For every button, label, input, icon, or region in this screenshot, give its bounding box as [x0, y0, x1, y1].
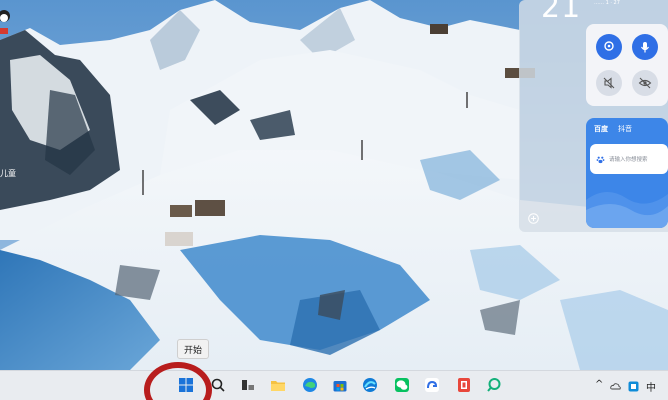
tray-app-icon: [628, 381, 639, 392]
widget-clock: 21: [541, 0, 582, 25]
microphone-button[interactable]: [632, 34, 658, 60]
desktop-icon-label: 儿童: [0, 169, 16, 178]
baidu-search-widget: 百度 抖音 请输入你想搜索: [586, 118, 668, 228]
cloud-icon: [610, 383, 621, 390]
baidu-netdisk-button[interactable]: [424, 377, 440, 393]
wechat-icon: [395, 378, 409, 392]
quick-actions-widget: [586, 24, 668, 106]
wechat-button[interactable]: [394, 377, 410, 393]
search-app-icon: [487, 378, 501, 392]
file-explorer-button[interactable]: [270, 377, 286, 393]
baidu-search-input[interactable]: 请输入你想搜索: [590, 144, 668, 174]
tab-douyin[interactable]: 抖音: [618, 124, 632, 134]
task-view-button[interactable]: [240, 377, 256, 393]
decorative-wave: [586, 191, 668, 228]
start-tooltip: 开始: [177, 339, 209, 359]
input-method-indicator[interactable]: 中: [646, 379, 656, 394]
file-explorer-icon: [271, 381, 285, 391]
taskbar-search-button[interactable]: [210, 377, 226, 393]
edge-dev-icon: [363, 378, 377, 392]
tray-cloud-button[interactable]: [610, 381, 621, 392]
office-icon: [458, 378, 470, 392]
location-pin-icon: [604, 41, 614, 51]
microsoft-store-button[interactable]: [332, 377, 348, 393]
speaker-muted-icon: [603, 77, 615, 89]
edge-dev-button[interactable]: [362, 377, 378, 393]
search-app-button[interactable]: [486, 377, 502, 393]
tray-overflow-chevron[interactable]: ^: [595, 379, 603, 390]
add-widget-button[interactable]: [527, 212, 539, 224]
widget-clock-subtitle: …… 1 · 27: [594, 0, 620, 6]
plus-circle-icon: [527, 212, 539, 224]
audio-off-button[interactable]: [596, 70, 622, 96]
baidu-netdisk-icon: [425, 378, 439, 392]
baidu-paw-icon: [596, 156, 605, 163]
eye-off-icon: [638, 77, 652, 89]
location-button[interactable]: [596, 34, 622, 60]
search-placeholder: 请输入你想搜索: [609, 157, 648, 163]
visibility-off-button[interactable]: [632, 70, 658, 96]
microphone-icon: [641, 42, 649, 53]
tab-baidu[interactable]: 百度: [594, 124, 608, 134]
edge-browser-button[interactable]: [302, 377, 318, 393]
office-button[interactable]: [456, 377, 472, 393]
tray-app-button[interactable]: [628, 381, 639, 392]
microsoft-store-icon: [333, 381, 347, 392]
desktop-app-icon[interactable]: [0, 6, 12, 36]
edge-browser-icon: [303, 378, 317, 392]
task-view-icon: [242, 380, 254, 390]
search-icon: [211, 378, 225, 392]
